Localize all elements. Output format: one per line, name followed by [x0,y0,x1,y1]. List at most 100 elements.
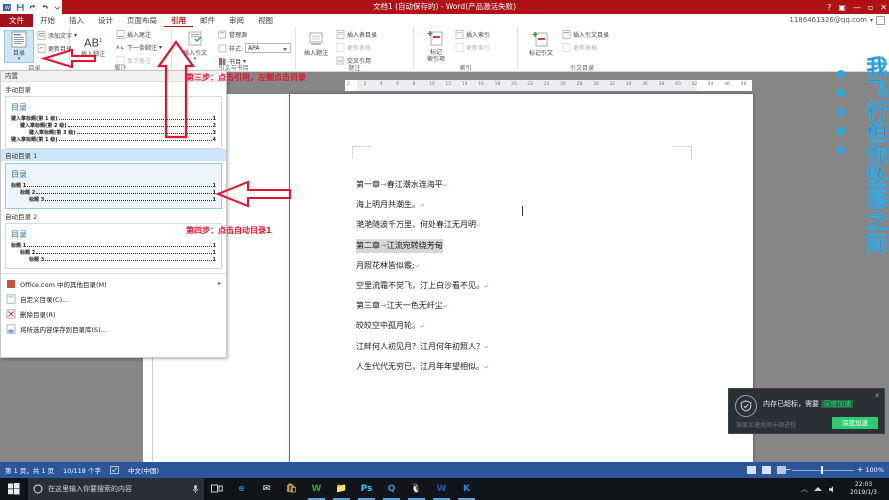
next-footnote-button[interactable]: A 下一条脚注 ▾ [116,43,162,52]
proofing-icon[interactable] [110,466,119,474]
ruler-tick: 42 [691,82,698,87]
toc-icon [11,31,27,48]
zoom-out-button[interactable]: − [784,465,791,474]
tim-icon: 🐧 [410,484,423,494]
ribbon-references-tab: 目录 ▾ 添加文字 ▾ 更新目录 目录 AB1 插入脚注 插入尾注 A 下一条脚… [0,27,889,72]
memory-notification-popup[interactable]: 内存已超标，需要 深度加速 深度加速关闭卡顿进程 深度加速 ✕ [728,388,885,434]
tab-设计[interactable]: 设计 [91,14,120,27]
manual-toc-card[interactable]: 目录 键入章标题(第 1 级) 1 键入章标题(第 2 级) 2 键入章标题(第 3 级… [5,96,222,149]
gallery-menu-item[interactable]: 将所选内容保存到目录库(S)... [1,321,226,336]
horizontal-ruler[interactable]: 2 2 4 6 8 10 12 14 16 18 20 22 24 26 28 30 32 34 36 38 40 42 4… [345,80,752,91]
scroll-up-caret-icon[interactable]: ^ [881,70,887,78]
task-view-button[interactable] [204,478,229,500]
taskbar-tim-icon[interactable]: 🐧 [404,478,429,500]
print-layout-icon[interactable] [747,466,757,474]
update-toc-button[interactable]: 更新目录 [37,44,72,53]
zoom-slider[interactable]: − + [784,465,863,475]
document-body[interactable]: 第一章→春江潮水连海平↵ 海上明月共潮生。↵ 滟滟随波千万里，何处春江无月明↵ 第二章… [356,172,686,374]
document-line[interactable]: 滟滟随波千万里，何处春江无月明↵ [356,212,686,232]
account-area[interactable]: 1186461326@qq.com ▾ [789,14,885,27]
document-line[interactable]: 第二章→江流宛转绕芳甸 [356,233,686,253]
tab-页面布局[interactable]: 页面布局 [120,14,164,27]
insert-caption-button[interactable]: 插入题注 [300,31,332,57]
toc-entry: 键入章标题(第 2 级) 2 [11,123,216,130]
insert-footnote-button[interactable]: AB1 插入脚注 [76,32,110,58]
accelerate-button[interactable]: 深度加速 [832,417,878,429]
insert-citation-caret[interactable]: ▾ [194,57,197,62]
word-count[interactable]: 10/118 个字 [63,465,101,475]
taskbar-wps-icon[interactable]: W [304,478,329,500]
manage-sources-button[interactable]: 管理源 [218,30,247,39]
document-page[interactable]: 第一章→春江潮水连海平↵ 海上明月共潮生。↵ 滟滟随波千万里，何处春江无月明↵ 第二章… [290,94,753,500]
mark-citation-button[interactable]: 标记引文 [524,31,558,57]
language-indicator[interactable]: 中文(中国) [128,465,159,475]
insert-endnote-button[interactable]: 插入尾注 [116,30,151,39]
tab-文件[interactable]: 文件 [0,14,33,27]
update-index-button[interactable]: 更新索引 [455,43,490,52]
tab-开始[interactable]: 开始 [33,14,62,27]
close-button[interactable]: ✕ [880,3,887,12]
taskbar-word-icon[interactable]: W [429,478,454,500]
search-box[interactable]: 在这里输入你要搜索的内容 [28,478,204,500]
start-button[interactable] [0,478,28,500]
volume-icon[interactable] [828,485,837,494]
auto-toc-1-card[interactable]: 目录 标题 1 1 标题 2 1 标题 3 1 [5,163,222,209]
taskbar-store-icon[interactable]: 🛍 [279,478,304,500]
insert-index-button[interactable]: 插入索引 [455,30,490,39]
toc-dropdown-caret[interactable]: ▾ [18,57,21,62]
next-footnote-caret[interactable]: ▾ [159,44,162,51]
restore-button[interactable]: ▫ [868,3,873,12]
avatar[interactable] [876,16,885,25]
zoom-level[interactable]: 100% [865,466,884,474]
windows-taskbar: 在这里输入你要搜索的内容 e ✉ 🛍 W 📁 Ps Q 🐧 W K ︿ 22:03 2019/1/… [0,478,889,500]
taskbar-mail-icon[interactable]: ✉ [254,478,279,500]
page-count[interactable]: 第 1 页，共 1 页 [5,465,54,475]
microphone-icon[interactable] [192,484,199,494]
tab-审阅[interactable]: 审阅 [222,14,251,27]
document-line[interactable]: 第三章→江天一色无纤尘↵ [356,293,686,313]
tab-引用[interactable]: 引用 [164,14,193,27]
taskbar-edge-icon[interactable]: e [229,478,254,500]
document-line[interactable]: 皎皎空中孤月轮。↵ [356,313,686,333]
taskbar-explorer-icon[interactable]: 📁 [329,478,354,500]
toc-button[interactable]: 目录 ▾ [4,30,34,63]
document-line[interactable]: 月照花林皆似霰;↵ [356,253,686,273]
document-line[interactable]: 第一章→春江潮水连海平↵ [356,172,686,192]
system-tray[interactable]: ︿ [801,484,837,494]
zoom-knob[interactable] [821,466,824,474]
insert-toa-button[interactable]: 插入引文目录 [562,30,609,39]
ribbon-display-options-button[interactable]: ▣ [838,3,846,12]
document-line[interactable]: 人生代代无穷已，江月年年望相似。↵ [356,354,686,374]
mark-entry-button[interactable]: 标记 索引项 [420,30,452,63]
taskbar-qq-browser-icon[interactable]: Q [379,478,404,500]
taskbar-kuaishou-icon[interactable]: K [454,478,479,500]
gallery-menu-item[interactable]: Office.com 中的其他目录(M) ▸ [1,276,226,291]
web-layout-icon[interactable] [762,466,772,474]
citation-style-combo[interactable]: 样式: APA [218,43,292,53]
help-button[interactable]: ? [827,3,831,12]
toc-gallery-dropdown[interactable]: 内置 手动目录 目录 键入章标题(第 1 级) 1 键入章标题(第 2 级) 2 键入章… [0,70,227,358]
insert-table-of-figures-button[interactable]: 插入表目录 [336,30,377,39]
hidden-icons-icon[interactable]: ︿ [801,484,808,494]
minimize-button[interactable]: — [853,3,861,12]
zoom-in-button[interactable]: + [857,465,864,474]
update-toa-button[interactable]: 更新表格 [562,43,597,52]
document-line[interactable]: 海上明月共潮生。↵ [356,192,686,212]
tab-插入[interactable]: 插入 [62,14,91,27]
document-line[interactable]: 江畔何人初见月？江月何年初照人？↵ [356,334,686,354]
explorer-icon: 📁 [335,484,348,494]
tab-邮件[interactable]: 邮件 [193,14,222,27]
tab-视图[interactable]: 视图 [251,14,280,27]
paragraph-mark-icon: ↵ [484,363,490,371]
clock[interactable]: 22:03 2019/1/3 [850,481,877,497]
style-select[interactable]: APA [245,43,292,53]
update-table-button[interactable]: 更新表格 [336,43,371,52]
close-icon[interactable]: ✕ [874,392,880,400]
taskbar-photoshop-icon[interactable]: Ps [354,478,379,500]
gallery-menu-item[interactable]: 自定义目录(C)... [1,291,226,306]
insert-citation-button[interactable]: 插入引文 ▾ [178,31,212,62]
network-icon[interactable] [813,485,823,494]
document-line[interactable]: 空里流霜不觉飞，汀上白沙看不见。↵ [356,273,686,293]
search-input[interactable]: 在这里输入你要搜索的内容 [48,484,187,494]
gallery-menu-item[interactable]: 删除目录(R) [1,306,226,321]
